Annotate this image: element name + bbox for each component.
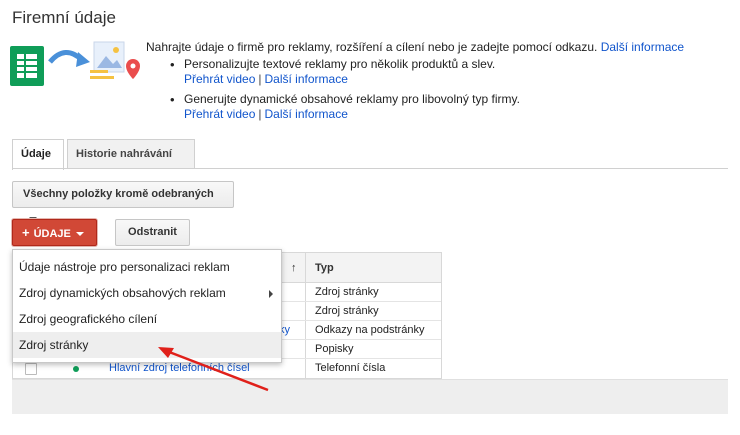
menu-item-label: Zdroj dynamických obsahových reklam xyxy=(19,286,226,300)
intro-more-info-link[interactable]: Další informace xyxy=(601,40,684,54)
column-divider xyxy=(305,283,306,301)
menu-item-label: Údaje nástroje pro personalizaci reklam xyxy=(19,260,230,274)
filter-label: Všechny položky kromě odebraných xyxy=(23,188,214,200)
column-divider xyxy=(305,359,306,378)
add-data-menu: Údaje nástroje pro personalizaci reklam … xyxy=(12,249,282,363)
link-separator: | xyxy=(258,107,262,121)
intro-text: Nahrajte údaje o firmě pro reklamy, rozš… xyxy=(146,40,736,127)
row-type: Zdroj stránky xyxy=(315,286,379,298)
row-type: Telefonní čísla xyxy=(315,362,386,374)
chevron-down-icon xyxy=(75,232,84,237)
status-dot-icon xyxy=(73,366,79,372)
bullet-text: Generujte dynamické obsahové reklamy pro… xyxy=(184,92,520,106)
bullet-item: Personalizujte textové reklamy pro někol… xyxy=(170,57,736,87)
add-data-button[interactable]: + ÚDAJE xyxy=(12,219,97,246)
bullet-item: Generujte dynamické obsahové reklamy pro… xyxy=(170,92,736,122)
sort-arrow-icon[interactable]: ↑ xyxy=(291,253,297,283)
column-divider xyxy=(305,321,306,339)
map-pin-icon xyxy=(126,59,140,79)
tab-divider xyxy=(12,168,728,169)
menu-item-dynamic-display-feed[interactable]: Zdroj dynamických obsahových reklam xyxy=(13,280,281,306)
image-document-icon xyxy=(90,41,125,79)
row-type: Popisky xyxy=(315,343,354,355)
menu-item-page-feed[interactable]: Zdroj stránky xyxy=(13,332,281,358)
play-video-link[interactable]: Přehrát video xyxy=(184,72,255,86)
add-data-label: ÚDAJE xyxy=(33,228,71,240)
tab-data[interactable]: Údaje xyxy=(12,139,64,170)
menu-item-label: Zdroj geografického cílení xyxy=(19,312,158,326)
more-info-link[interactable]: Další informace xyxy=(265,107,348,121)
spreadsheet-icon xyxy=(10,46,44,86)
row-type: Odkazy na podstránky xyxy=(315,324,425,336)
intro-lead-text: Nahrajte údaje o firmě pro reklamy, rozš… xyxy=(146,40,598,54)
intro-bullets: Personalizujte textové reklamy pro někol… xyxy=(170,57,736,122)
page-title: Firemní údaje xyxy=(12,8,116,27)
play-video-link[interactable]: Přehrát video xyxy=(184,107,255,121)
menu-item-geo-targeting-feed[interactable]: Zdroj geografického cílení xyxy=(13,306,281,332)
filter-dropdown[interactable]: Všechny položky kromě odebraných xyxy=(12,181,234,222)
chevron-right-icon xyxy=(269,290,273,298)
menu-item-label: Zdroj stránky xyxy=(19,338,89,352)
column-header-type[interactable]: Typ xyxy=(315,253,334,283)
bullet-text: Personalizujte textové reklamy pro někol… xyxy=(184,57,496,71)
column-divider xyxy=(305,340,306,358)
delete-button[interactable]: Odstranit xyxy=(115,219,190,246)
row-checkbox[interactable] xyxy=(25,363,37,375)
link-separator: | xyxy=(258,72,262,86)
menu-item-ad-customizer-data[interactable]: Údaje nástroje pro personalizaci reklam xyxy=(13,254,281,280)
column-divider xyxy=(305,253,306,282)
table-footer xyxy=(12,379,728,414)
plus-icon: + xyxy=(22,225,30,240)
intro-lead: Nahrajte údaje o firmě pro reklamy, rozš… xyxy=(146,40,736,55)
more-info-link[interactable]: Další informace xyxy=(265,72,348,86)
row-type: Zdroj stránky xyxy=(315,305,379,317)
intro-illustration xyxy=(10,41,140,86)
tab-upload-history[interactable]: Historie nahrávání xyxy=(67,139,195,169)
column-divider xyxy=(305,302,306,320)
